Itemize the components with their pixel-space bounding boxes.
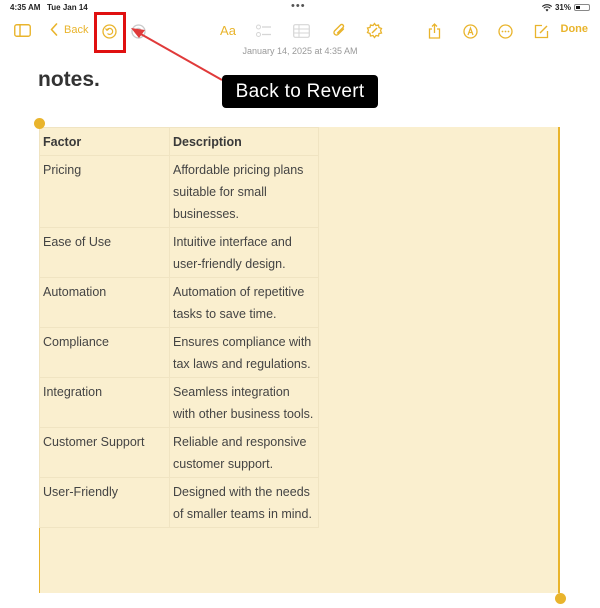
cell-factor[interactable]: Compliance <box>39 327 170 378</box>
paperclip-icon[interactable] <box>331 22 347 39</box>
wifi-icon <box>541 3 552 11</box>
back-button[interactable]: Back <box>50 23 88 36</box>
selection-handle-start[interactable] <box>34 118 45 129</box>
sidebar-toggle-icon[interactable] <box>14 23 31 37</box>
cell-factor[interactable]: Ease of Use <box>39 227 170 278</box>
cell-factor[interactable]: Automation <box>39 277 170 328</box>
cell-description[interactable]: Reliable and responsive customer support… <box>169 427 319 478</box>
battery-level <box>576 6 580 9</box>
markup-icon[interactable] <box>462 23 478 39</box>
done-button[interactable]: Done <box>561 23 589 35</box>
header-factor[interactable]: Factor <box>39 127 170 156</box>
cell-description[interactable]: Intuitive interface and user-friendly de… <box>169 227 319 278</box>
cell-description[interactable]: Designed with the needs of smaller teams… <box>169 477 319 528</box>
cell-factor[interactable]: User-Friendly <box>39 477 170 528</box>
selection-handle-end[interactable] <box>555 593 566 604</box>
undo-highlight-box <box>94 12 126 53</box>
status-bar: 4:35 AM Tue Jan 14 ••• 31% <box>0 0 600 16</box>
table-row: Customer Support Reliable and responsive … <box>39 427 319 478</box>
table-row: Ease of Use Intuitive interface and user-… <box>39 227 319 278</box>
header-description[interactable]: Description <box>169 127 319 156</box>
multitasking-dots[interactable]: ••• <box>291 0 306 12</box>
note-timestamp: January 14, 2025 at 4:35 AM <box>242 46 358 56</box>
chevron-left-icon <box>50 23 58 36</box>
format-text-button[interactable]: Aa <box>218 22 238 38</box>
table-row: User-Friendly Designed with the needs of … <box>39 477 319 528</box>
cell-description[interactable]: Ensures compliance with tax laws and reg… <box>169 327 319 378</box>
share-icon[interactable] <box>427 22 441 39</box>
redo-icon[interactable] <box>130 23 146 39</box>
cell-factor[interactable]: Customer Support <box>39 427 170 478</box>
cell-description[interactable]: Affordable pricing plans suitable for sm… <box>169 155 319 228</box>
table-row: Compliance Ensures compliance with tax la… <box>39 327 319 378</box>
status-time: 4:35 AM <box>10 3 41 12</box>
checklist-icon[interactable] <box>256 23 272 38</box>
status-date: Tue Jan 14 <box>47 3 88 12</box>
notes-table[interactable]: Factor Description Pricing Affordable pri… <box>39 127 319 528</box>
cell-description[interactable]: Automation of repetitive tasks to save t… <box>169 277 319 328</box>
cell-factor[interactable]: Pricing <box>39 155 170 228</box>
table-row: Pricing Affordable pricing plans suitable… <box>39 155 319 228</box>
note-heading[interactable]: notes. <box>38 68 100 92</box>
battery-percent: 31% <box>554 3 571 12</box>
table-row: Automation Automation of repetitive tasks… <box>39 277 319 328</box>
writing-tools-icon[interactable] <box>365 21 383 39</box>
cell-factor[interactable]: Integration <box>39 377 170 428</box>
compose-icon[interactable] <box>533 23 549 39</box>
table-icon[interactable] <box>292 23 310 38</box>
status-indicators: 31% <box>541 3 590 12</box>
table-row: Integration Seamless integration with oth… <box>39 377 319 428</box>
back-label: Back <box>64 23 89 36</box>
cell-description[interactable]: Seamless integration with other business… <box>169 377 319 428</box>
table-header-row: Factor Description <box>39 127 319 156</box>
callout-label: Back to Revert <box>222 75 378 108</box>
ellipsis-icon[interactable] <box>497 23 513 39</box>
battery-icon <box>574 4 590 11</box>
